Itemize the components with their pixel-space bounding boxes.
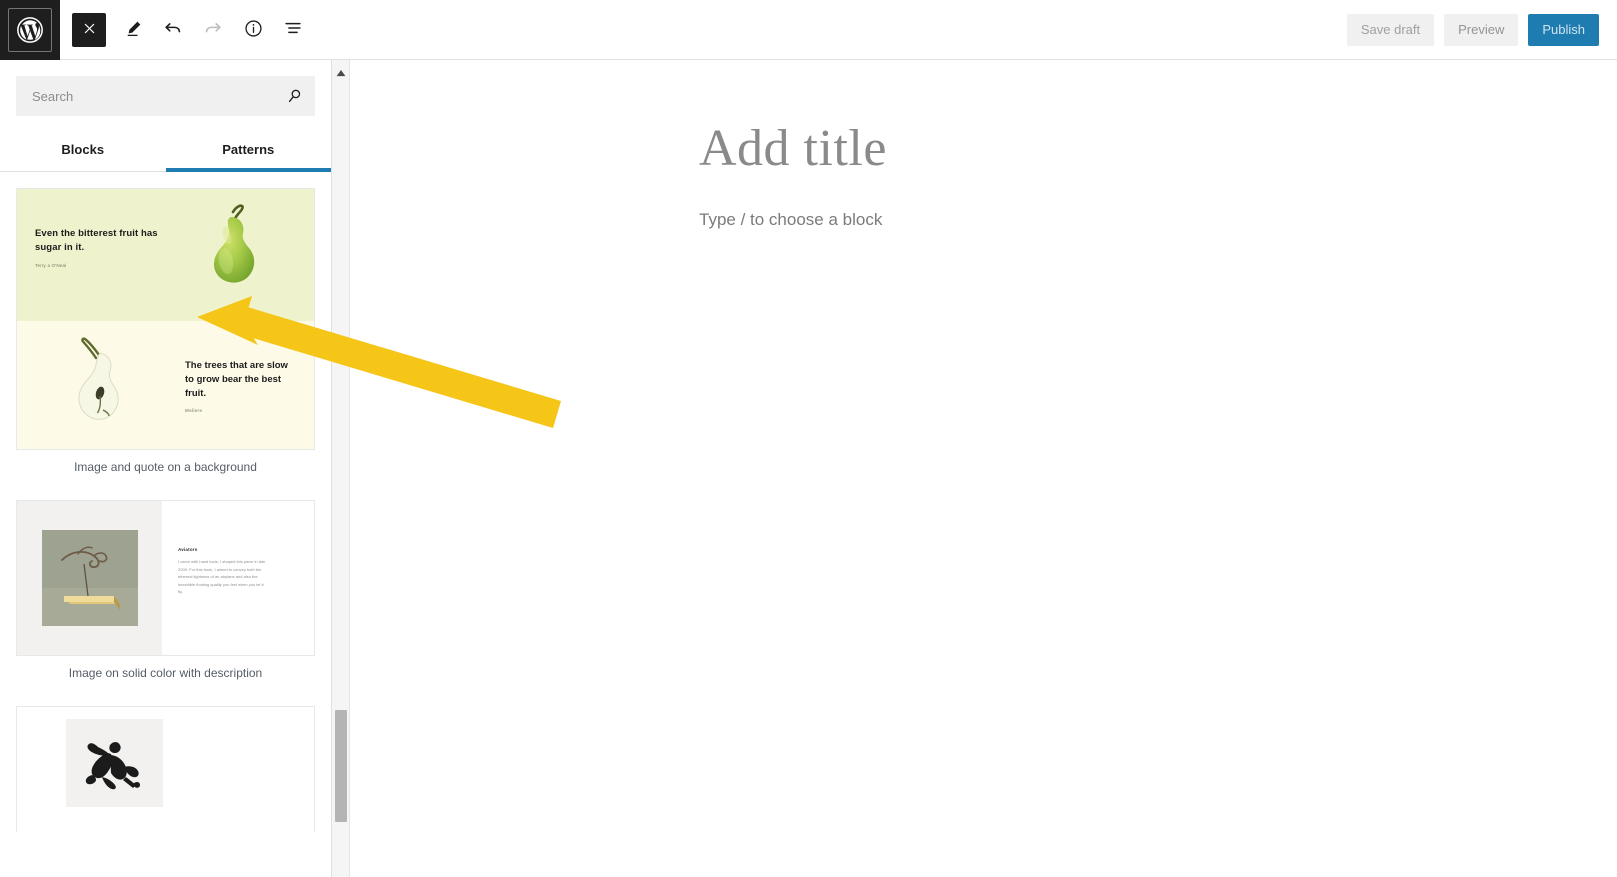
edit-mode-button[interactable]	[114, 11, 152, 49]
cherub-woodcut-illustration	[85, 742, 140, 790]
halved-pear-illustration	[78, 337, 119, 420]
details-info-button[interactable]	[234, 11, 272, 49]
redo-button[interactable]	[194, 11, 232, 49]
tab-patterns[interactable]: Patterns	[165, 134, 332, 172]
tab-blocks[interactable]: Blocks	[0, 134, 166, 171]
pattern-preview[interactable]: Even the bitterest fruit has sugar in it…	[16, 188, 315, 450]
undo-icon	[162, 17, 184, 42]
pattern-quote-text-1: Even the bitterest fruit has sugar in it…	[35, 228, 158, 253]
pencil-edit-icon	[123, 18, 144, 42]
save-draft-button[interactable]: Save draft	[1346, 13, 1435, 46]
pattern-quote-citation-1: Terry a O'Neal	[35, 262, 67, 268]
editor-top-toolbar: Save draft Preview Publish	[0, 0, 1617, 60]
toolbar-left-group	[72, 11, 312, 49]
scroll-thumb[interactable]	[335, 710, 347, 822]
wordpress-logo-icon	[8, 7, 52, 52]
pattern-item-image-solid-color[interactable]: Aviators I carve with hand tools. I shap…	[16, 500, 315, 680]
toolbar-right-group: Save draft Preview Publish	[1346, 13, 1617, 46]
pattern-two-column-layout: Aviators I carve with hand tools. I shap…	[17, 501, 314, 655]
pattern-text-panel: Aviators I carve with hand tools. I shap…	[162, 501, 314, 655]
post-title-input[interactable]: Add title	[699, 119, 887, 178]
chevron-up-icon[interactable]	[336, 64, 345, 82]
redo-icon	[202, 17, 224, 42]
pattern-caption: Image and quote on a background	[74, 460, 257, 474]
undo-button[interactable]	[154, 11, 192, 49]
pattern-list: Even the bitterest fruit has sugar in it…	[0, 172, 331, 832]
pattern-cupid-layout: Cupid in flight 18 x 24 - Giclee print o…	[17, 707, 314, 832]
pattern-text-heading: Aviators	[178, 547, 198, 552]
search-input[interactable]	[16, 76, 315, 116]
preview-button[interactable]: Preview	[1444, 13, 1519, 46]
pattern-item-cupid-print[interactable]: Cupid in flight 18 x 24 - Giclee print o…	[16, 706, 315, 832]
search-box[interactable]	[16, 76, 315, 116]
pattern-item-image-and-quote[interactable]: Even the bitterest fruit has sugar in it…	[16, 188, 315, 474]
pattern-text-body: I carve with hand tools. I shaped this p…	[178, 559, 266, 595]
pattern-preview[interactable]: Aviators I carve with hand tools. I shap…	[16, 500, 315, 656]
pattern-quote-text-2: The trees that are slow to grow bear the…	[185, 360, 288, 399]
pattern-quote-block-top: Even the bitterest fruit has sugar in it…	[17, 189, 314, 321]
list-view-icon	[282, 17, 304, 42]
close-icon	[82, 21, 97, 39]
wordpress-home-button[interactable]	[0, 0, 60, 60]
post-body-input[interactable]: Type / to choose a block	[699, 210, 882, 230]
pattern-image-panel	[17, 501, 162, 655]
info-icon	[243, 18, 264, 42]
pattern-caption: Image on solid color with description	[68, 666, 263, 680]
inserter-tabs: Blocks Patterns	[0, 134, 331, 172]
whole-green-pear-illustration	[214, 204, 255, 283]
pattern-preview[interactable]: Cupid in flight 18 x 24 - Giclee print o…	[16, 706, 315, 832]
pattern-quote-block-bottom: The trees that are slow to grow bear the…	[17, 321, 314, 449]
close-inserter-button[interactable]	[72, 12, 106, 47]
editor-window: Save draft Preview Publish Blocks Patter…	[0, 0, 1617, 877]
publish-button[interactable]: Publish	[1528, 13, 1599, 46]
pattern-quote-text-2-wrap: The trees that are slow to grow bear the…	[185, 359, 295, 415]
list-view-button[interactable]	[274, 11, 312, 49]
inserter-scrollbar[interactable]	[332, 60, 350, 877]
post-editor-canvas: Add title Type / to choose a block	[351, 60, 1617, 877]
wooden-bird-sculpture-photo	[41, 530, 138, 626]
pattern-quote-citation-2: Moliere	[185, 408, 203, 414]
pattern-image-panel	[66, 719, 163, 807]
block-inserter-panel: Blocks Patterns Even the bitterest fruit…	[0, 60, 332, 877]
search-section	[0, 60, 331, 116]
